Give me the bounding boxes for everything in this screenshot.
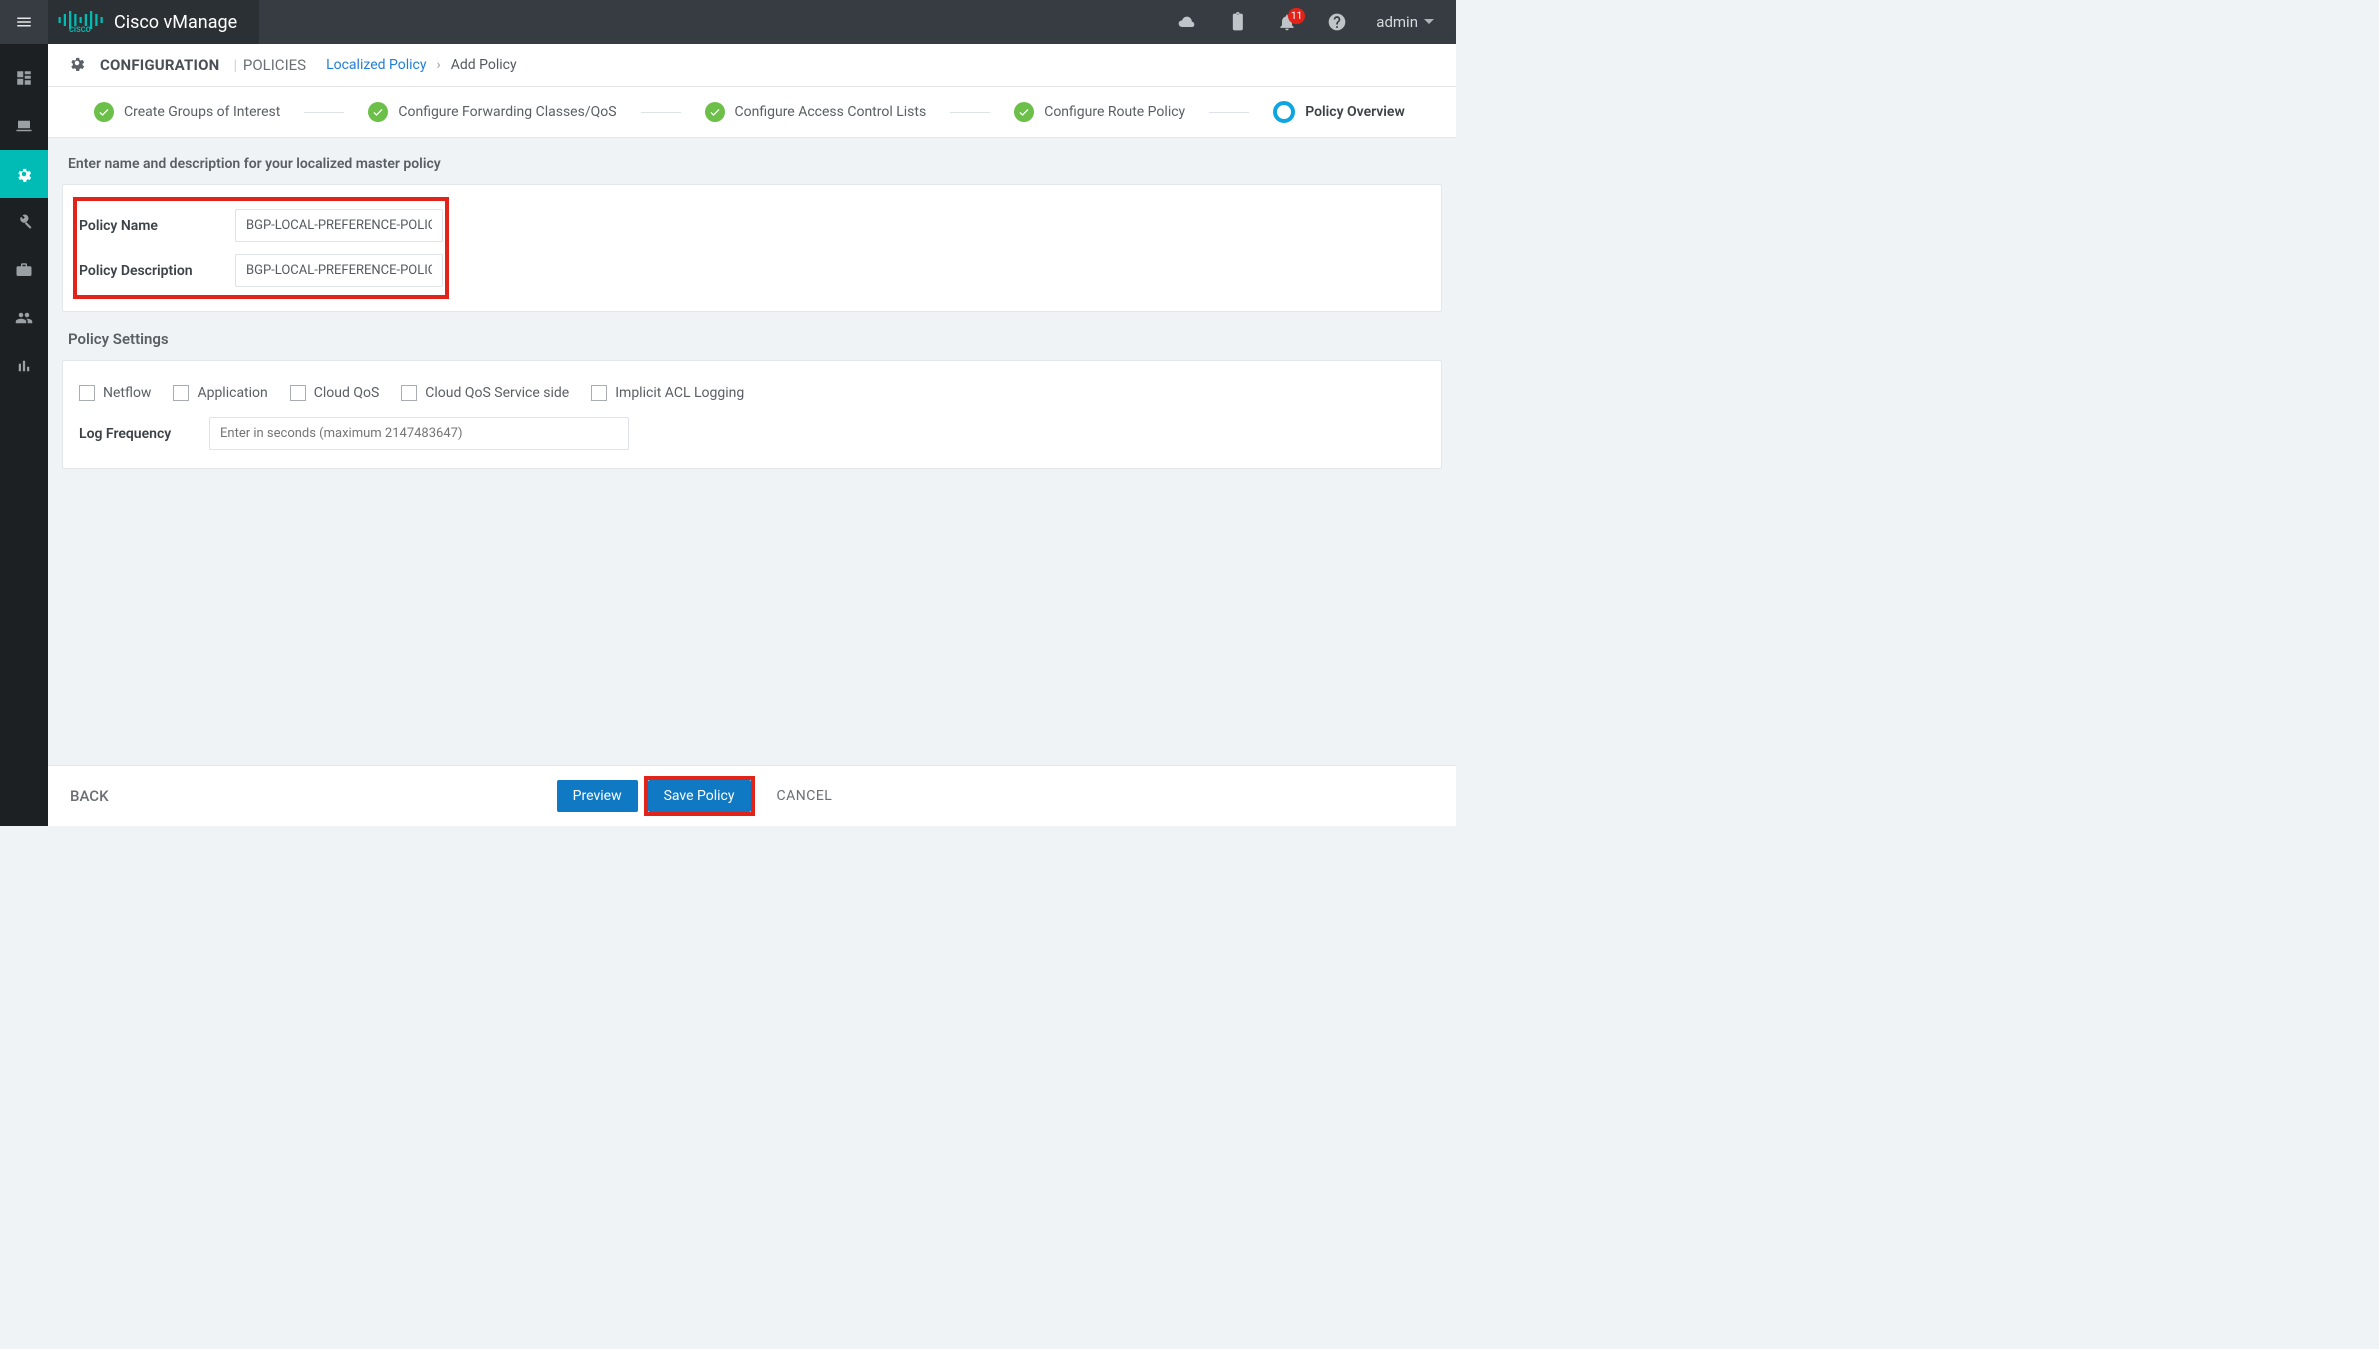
policy-desc-label: Policy Description — [79, 263, 209, 279]
chk-netflow-box[interactable] — [79, 385, 95, 401]
sidebar-item-tools[interactable] — [0, 198, 48, 246]
save-policy-button[interactable]: Save Policy — [648, 780, 751, 812]
clipboard-icon[interactable] — [1226, 11, 1248, 33]
sidebar-item-dashboard[interactable] — [0, 54, 48, 102]
topbar: CISCO Cisco vManage 11 admin — [0, 0, 1456, 44]
top-icons: 11 admin — [1176, 11, 1456, 33]
step-groups[interactable]: Create Groups of Interest — [94, 102, 280, 122]
breadcrumb: Localized Policy › Add Policy — [326, 57, 517, 73]
body: Enter name and description for your loca… — [48, 138, 1456, 765]
cisco-logo-icon: CISCO — [58, 8, 104, 36]
chk-netflow[interactable]: Netflow — [79, 385, 151, 401]
policy-desc-input[interactable] — [235, 254, 443, 287]
check-icon — [1014, 102, 1034, 122]
bell-icon[interactable]: 11 — [1276, 11, 1298, 33]
sidebar — [0, 44, 48, 826]
highlight-save: Save Policy — [648, 780, 751, 812]
back-button[interactable]: BACK — [70, 787, 109, 805]
notification-badge: 11 — [1288, 8, 1305, 24]
breadcrumb-link[interactable]: Localized Policy — [326, 57, 426, 73]
chk-application-box[interactable] — [173, 385, 189, 401]
policy-desc-row: Policy Description — [79, 248, 443, 293]
chk-cloud-qos-service[interactable]: Cloud QoS Service side — [401, 385, 569, 401]
svg-text:CISCO: CISCO — [69, 25, 91, 32]
sidebar-item-configuration[interactable] — [0, 150, 48, 198]
chevron-right-icon: › — [436, 57, 440, 73]
log-frequency-row: Log Frequency — [79, 417, 1425, 450]
user-menu[interactable]: admin — [1376, 13, 1434, 31]
cloud-icon[interactable] — [1176, 11, 1198, 33]
breadcrumb-current: Add Policy — [451, 57, 517, 73]
sidebar-item-monitor[interactable] — [0, 102, 48, 150]
hamburger-icon — [15, 13, 33, 31]
chevron-down-icon — [1424, 17, 1434, 27]
chk-implicit-acl[interactable]: Implicit ACL Logging — [591, 385, 744, 401]
log-frequency-input[interactable] — [209, 417, 629, 450]
brand: CISCO Cisco vManage — [48, 0, 259, 44]
help-icon[interactable] — [1326, 11, 1348, 33]
policy-name-input[interactable] — [235, 209, 443, 242]
policy-info-card: Policy Name Policy Description — [62, 184, 1442, 312]
preview-button[interactable]: Preview — [557, 780, 638, 812]
menu-toggle[interactable] — [0, 0, 48, 44]
chk-implicit-acl-box[interactable] — [591, 385, 607, 401]
check-icon — [94, 102, 114, 122]
policy-settings-card: Netflow Application Cloud QoS Cloud QoS … — [62, 360, 1442, 469]
step-route[interactable]: Configure Route Policy — [1014, 102, 1185, 122]
step-acl[interactable]: Configure Access Control Lists — [705, 102, 927, 122]
page-title: CONFIGURATION — [100, 56, 219, 74]
sidebar-item-analytics[interactable] — [0, 342, 48, 390]
log-frequency-label: Log Frequency — [79, 426, 189, 442]
sidebar-item-administration[interactable] — [0, 294, 48, 342]
cancel-button[interactable]: CANCEL — [761, 780, 849, 812]
section-intro: Enter name and description for your loca… — [62, 152, 1442, 184]
current-step-icon — [1273, 101, 1295, 123]
step-overview[interactable]: Policy Overview — [1273, 101, 1405, 123]
chk-application[interactable]: Application — [173, 385, 267, 401]
check-icon — [368, 102, 388, 122]
brand-title: Cisco vManage — [114, 12, 237, 33]
page-header: CONFIGURATION POLICIES Localized Policy … — [48, 44, 1456, 87]
checkbox-row: Netflow Application Cloud QoS Cloud QoS … — [79, 379, 1425, 417]
highlight-box: Policy Name Policy Description — [79, 203, 443, 293]
policy-name-label: Policy Name — [79, 218, 209, 234]
wizard-steps: Create Groups of Interest Configure Forw… — [48, 87, 1456, 138]
check-icon — [705, 102, 725, 122]
page-subtitle: POLICIES — [233, 56, 306, 74]
gear-icon — [68, 54, 86, 76]
chk-cloud-qos-box[interactable] — [290, 385, 306, 401]
step-qos[interactable]: Configure Forwarding Classes/QoS — [368, 102, 616, 122]
footer: BACK Preview Save Policy CANCEL — [48, 765, 1456, 826]
chk-cloud-qos-service-box[interactable] — [401, 385, 417, 401]
policy-name-row: Policy Name — [79, 203, 443, 248]
policy-settings-heading: Policy Settings — [62, 312, 1442, 360]
user-name: admin — [1376, 13, 1418, 31]
sidebar-item-maintenance[interactable] — [0, 246, 48, 294]
chk-cloud-qos[interactable]: Cloud QoS — [290, 385, 380, 401]
